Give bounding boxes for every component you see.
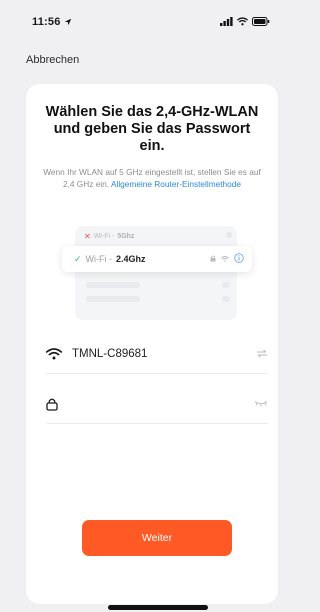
status-time-group: 11:56 (32, 13, 72, 31)
wifi-5ghz-band: 5Ghz (117, 233, 135, 240)
x-icon: ✕ (84, 232, 91, 241)
wifi-icon (237, 13, 248, 31)
wifi-24ghz-row: ✓ Wi-Fi - 2.4Ghz (62, 246, 252, 272)
router-settings-link[interactable]: Allgemeine Router-Einstellmethode (111, 179, 241, 189)
placeholder-bar (86, 282, 140, 288)
password-input[interactable] (72, 397, 232, 410)
placeholder-bar (222, 282, 230, 288)
wifi-24ghz-prefix: Wi-Fi - (85, 254, 113, 264)
wifi-band-illustration: ✕ Wi-Fi - 5Ghz ✓ Wi-Fi - 2.4Ghz (62, 222, 252, 320)
battery-icon (252, 13, 270, 31)
next-button[interactable]: Weiter (82, 520, 232, 556)
wifi-setup-card: Wählen Sie das 2,4-GHz-WLAN und geben Si… (26, 84, 278, 604)
wifi-icon (221, 254, 229, 264)
swap-icon[interactable] (256, 349, 268, 358)
status-bar: 11:56 (0, 0, 284, 44)
page-title: Wählen Sie das 2,4-GHz-WLAN und geben Si… (45, 104, 259, 154)
check-icon: ✓ (74, 253, 82, 264)
password-field[interactable] (46, 384, 268, 424)
wifi-24ghz-band: 2.4Ghz (116, 254, 146, 264)
eye-closed-icon[interactable] (254, 400, 268, 407)
hint-text-block: Wenn Ihr WLAN auf 5 GHz eingestellt ist,… (40, 166, 264, 190)
lock-icon (46, 397, 72, 411)
row-indicator-dot (226, 232, 232, 238)
signal-icon (220, 13, 233, 31)
wifi-icon (46, 347, 72, 360)
home-indicator (108, 605, 208, 610)
placeholder-bar (222, 296, 230, 302)
placeholder-bar (86, 296, 140, 302)
status-icons (220, 13, 270, 31)
lock-icon (210, 254, 216, 264)
row-icons (210, 253, 244, 265)
wifi-5ghz-prefix: Wi-Fi - (93, 233, 115, 240)
cancel-button[interactable]: Abbrechen (26, 54, 79, 66)
wifi-ssid: TMNL-C89681 (72, 347, 148, 360)
wifi-network-field[interactable]: TMNL-C89681 (46, 334, 268, 374)
location-arrow-icon (64, 13, 72, 31)
info-icon (234, 253, 244, 265)
wifi-5ghz-row: ✕ Wi-Fi - 5Ghz (84, 232, 134, 241)
status-time: 11:56 (32, 16, 61, 28)
